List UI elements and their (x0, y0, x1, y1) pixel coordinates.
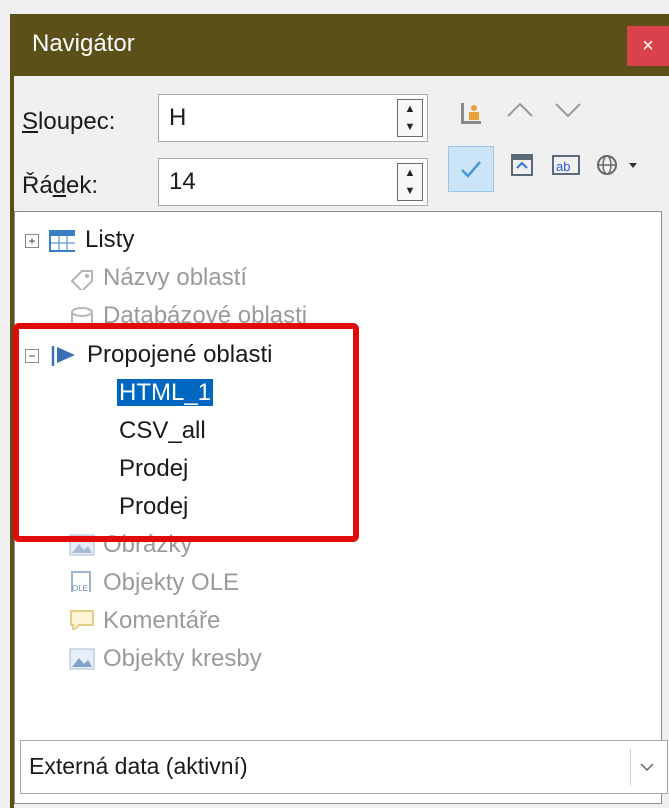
tag-icon (70, 270, 93, 290)
comment-icon (70, 610, 94, 630)
close-button[interactable]: × (627, 26, 669, 66)
document-select-value[interactable]: Externá data (aktivní) (29, 753, 248, 780)
ole-icon: OLE (71, 571, 91, 592)
column-field[interactable]: H ▲ ▼ (158, 94, 428, 142)
column-value[interactable]: H (169, 104, 186, 132)
drag-mode-icon[interactable]: ab (550, 152, 582, 184)
svg-text:OLE: OLE (72, 584, 88, 592)
column-spinner[interactable]: ▲ ▼ (397, 99, 423, 137)
data-range-icon[interactable] (456, 100, 488, 132)
column-label: Sloupec: (22, 108, 116, 135)
toggle-icon[interactable] (448, 146, 494, 192)
chevron-down-icon[interactable] (630, 749, 663, 785)
svg-text:ab: ab (556, 159, 570, 174)
expand-icon[interactable]: + (25, 234, 39, 248)
sheets-icon (49, 230, 75, 252)
tree-item-comments[interactable]: Komentáře (103, 607, 220, 635)
tree-item-ole-objects[interactable]: Objekty OLE (103, 569, 239, 597)
tree-item-range-names[interactable]: Názvy oblastí (103, 264, 247, 292)
next-icon[interactable] (552, 98, 584, 130)
tree-item-sheets[interactable]: Listy (85, 226, 134, 254)
tree-item-drawings[interactable]: Objekty kresby (103, 645, 262, 673)
previous-icon[interactable] (504, 98, 536, 130)
drawing-icon (69, 648, 95, 670)
spin-up-icon[interactable]: ▲ (398, 164, 422, 182)
title-bar: Navigátor × (14, 14, 669, 76)
document-select[interactable]: Externá data (aktivní) (20, 740, 668, 794)
spin-up-icon[interactable]: ▲ (398, 100, 422, 118)
document-icon[interactable] (594, 152, 642, 184)
highlight-box (13, 323, 359, 542)
scenarios-icon[interactable] (506, 152, 538, 184)
row-spinner[interactable]: ▲ ▼ (397, 163, 423, 201)
navigator-window: Navigátor × Sloupec: H ▲ ▼ Řádek: 14 ▲ ▼ (0, 0, 669, 808)
spin-down-icon[interactable]: ▼ (398, 118, 422, 136)
spin-down-icon[interactable]: ▼ (398, 182, 422, 200)
row-value[interactable]: 14 (169, 168, 196, 196)
row-label: Řádek: (22, 172, 99, 199)
row-field[interactable]: 14 ▲ ▼ (158, 158, 428, 206)
window-title: Navigátor (32, 30, 135, 57)
